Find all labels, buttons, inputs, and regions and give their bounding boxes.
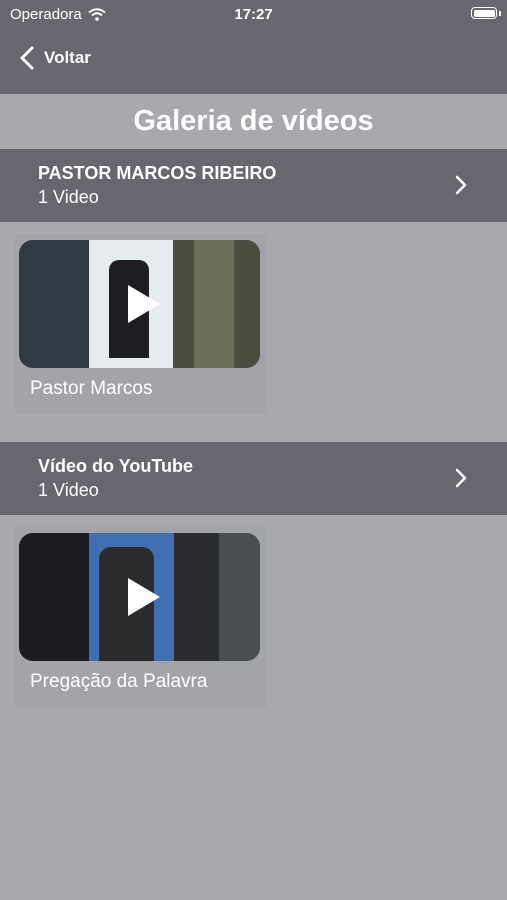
chevron-right-icon [455,468,467,488]
video-thumbnail[interactable] [19,533,260,661]
page-title: Galeria de vídeos [133,105,374,137]
chevron-right-icon [455,175,467,195]
video-thumbnail[interactable] [19,240,260,368]
section-header-pastor-marcos-ribeiro[interactable]: PASTOR MARCOS RIBEIRO 1 Video [0,149,507,222]
back-button[interactable]: Voltar [20,46,91,70]
section-title: PASTOR MARCOS RIBEIRO [38,163,277,183]
back-label: Voltar [44,48,91,67]
battery-icon [471,7,501,19]
chevron-left-icon [20,46,34,70]
status-bar: Operadora 17:27 [0,0,507,28]
section-video-count: 1 Video [38,187,99,207]
video-card[interactable]: Pastor Marcos [15,234,267,414]
play-icon [127,285,160,323]
video-card[interactable]: Pregação da Palavra [15,527,267,707]
status-time: 17:27 [234,6,273,23]
video-title: Pregação da Palavra [30,671,208,692]
section-video-count: 1 Video [38,480,99,500]
section-header-video-do-youtube[interactable]: Vídeo do YouTube 1 Video [0,442,507,515]
play-icon [127,578,160,616]
navigation-bar: Voltar [0,28,507,94]
section-title: Vídeo do YouTube [38,456,193,476]
video-title: Pastor Marcos [30,378,153,399]
